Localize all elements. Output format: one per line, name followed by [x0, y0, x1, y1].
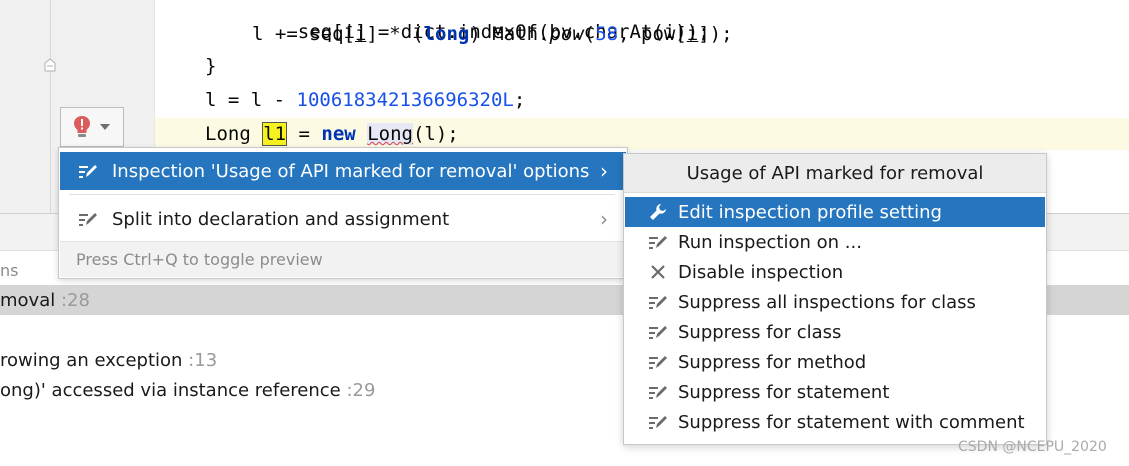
code-text: (l);	[412, 123, 459, 145]
pencil-icon	[647, 414, 669, 430]
fold-marker-icon[interactable]	[44, 58, 56, 72]
error-bulb-icon	[74, 116, 90, 137]
code-line-4[interactable]: l = l - 100618342136696320L;	[205, 84, 525, 116]
code-keyword: new	[321, 123, 356, 145]
problem-text: rowing an exception	[0, 350, 183, 371]
code-line-1[interactable]: seq[i] = dict.indexOf(bv.charAt(i));	[252, 0, 710, 43]
menu-item-run-inspection[interactable]: Run inspection on ...	[625, 227, 1045, 257]
menu-item-label: Disable inspection	[678, 261, 844, 283]
code-text: ] * (	[366, 23, 424, 45]
code-text: , pow[	[618, 23, 687, 45]
code-text: ;	[513, 89, 526, 111]
menu-item-label: Suppress all inspections for class	[678, 291, 976, 313]
menu-item-label: Run inspection on ...	[678, 231, 862, 253]
wrench-icon	[647, 202, 669, 222]
pencil-icon	[647, 324, 669, 340]
menu-item-label: Suppress for statement	[678, 381, 890, 403]
code-text: i	[354, 23, 367, 45]
pencil-icon	[647, 384, 669, 400]
code-number: 58	[595, 23, 619, 45]
menu-item-suppress-all-for-class[interactable]: Suppress all inspections for class	[625, 287, 1045, 317]
menu-item-label: Inspection 'Usage of API marked for remo…	[112, 160, 590, 182]
menu-item-edit-inspection-profile[interactable]: Edit inspection profile setting	[625, 197, 1045, 227]
code-line-2[interactable]: l += seq[i] * (long) Math.pow(58, pow[i]…	[252, 18, 733, 50]
popup-footer-hint: Press Ctrl+Q to toggle preview	[60, 241, 626, 277]
gutter-divider	[50, 0, 51, 213]
watermark: CSDN @NCEPU_2020	[958, 439, 1107, 455]
code-line-5[interactable]: Long l1 = new Long(l);	[205, 118, 459, 150]
submenu-arrow-icon: ›	[600, 207, 608, 231]
menu-item-inspection-options[interactable]: Inspection 'Usage of API marked for remo…	[60, 152, 626, 190]
menu-item-suppress-for-statement[interactable]: Suppress for statement	[625, 377, 1045, 407]
code-text: (	[583, 23, 596, 45]
pencil-icon	[647, 294, 669, 310]
code-text: i	[686, 23, 699, 45]
code-number: 100618342136696320L	[296, 89, 514, 111]
menu-item-label: Suppress for statement with comment	[678, 411, 1025, 433]
problem-text: ong)' accessed via instance reference	[0, 380, 341, 401]
problem-row[interactable]: rowing an exception :13	[0, 350, 217, 371]
menu-item-label: Edit inspection profile setting	[678, 201, 942, 223]
problem-count: :28	[60, 290, 90, 311]
menu-item-suppress-for-method[interactable]: Suppress for method	[625, 347, 1045, 377]
menu-item-suppress-for-class[interactable]: Suppress for class	[625, 317, 1045, 347]
problem-row[interactable]: moval :28	[0, 290, 90, 311]
pencil-icon	[78, 163, 102, 179]
code-text: ) Math.	[469, 23, 550, 45]
pencil-icon	[647, 234, 669, 250]
code-text: =	[287, 123, 322, 145]
code-text: ]);	[698, 23, 733, 45]
inspection-options-submenu[interactable]: Usage of API marked for removal Edit ins…	[623, 153, 1047, 445]
chevron-down-icon	[100, 124, 110, 130]
pencil-icon	[78, 211, 102, 227]
menu-item-disable-inspection[interactable]: Disable inspection	[625, 257, 1045, 287]
code-keyword: long	[423, 23, 470, 45]
intention-actions-popup[interactable]: Inspection 'Usage of API marked for remo…	[58, 147, 628, 279]
deprecated-api-usage[interactable]: Long	[367, 123, 413, 145]
code-line-3[interactable]: }	[205, 50, 216, 82]
menu-item-label: Split into declaration and assignment	[112, 208, 450, 230]
code-text: Long	[205, 123, 263, 145]
problems-tab-label[interactable]: ns	[0, 261, 18, 280]
close-icon	[647, 264, 669, 280]
menu-item-label: Suppress for method	[678, 351, 867, 373]
code-text: l = l -	[205, 89, 297, 111]
menu-item-label: Suppress for class	[678, 321, 842, 343]
intention-bulb-button[interactable]	[60, 107, 124, 147]
current-line-highlight	[0, 118, 1129, 150]
code-text: }	[205, 55, 217, 77]
menu-item-suppress-with-comment[interactable]: Suppress for statement with comment	[625, 407, 1045, 437]
pencil-icon	[647, 354, 669, 370]
code-text: l += seq[	[252, 23, 355, 45]
problem-count: :13	[188, 350, 218, 371]
menu-divider	[69, 194, 615, 195]
submenu-arrow-icon: ›	[600, 159, 608, 183]
submenu-title: Usage of API marked for removal	[624, 154, 1046, 193]
problem-row[interactable]: ong)' accessed via instance reference :2…	[0, 380, 375, 401]
code-method: pow	[549, 23, 584, 45]
highlighted-variable[interactable]: l1	[262, 122, 288, 146]
problem-count: :29	[346, 380, 376, 401]
menu-item-split-declaration[interactable]: Split into declaration and assignment ›	[60, 200, 626, 238]
problem-text: moval	[0, 290, 56, 311]
